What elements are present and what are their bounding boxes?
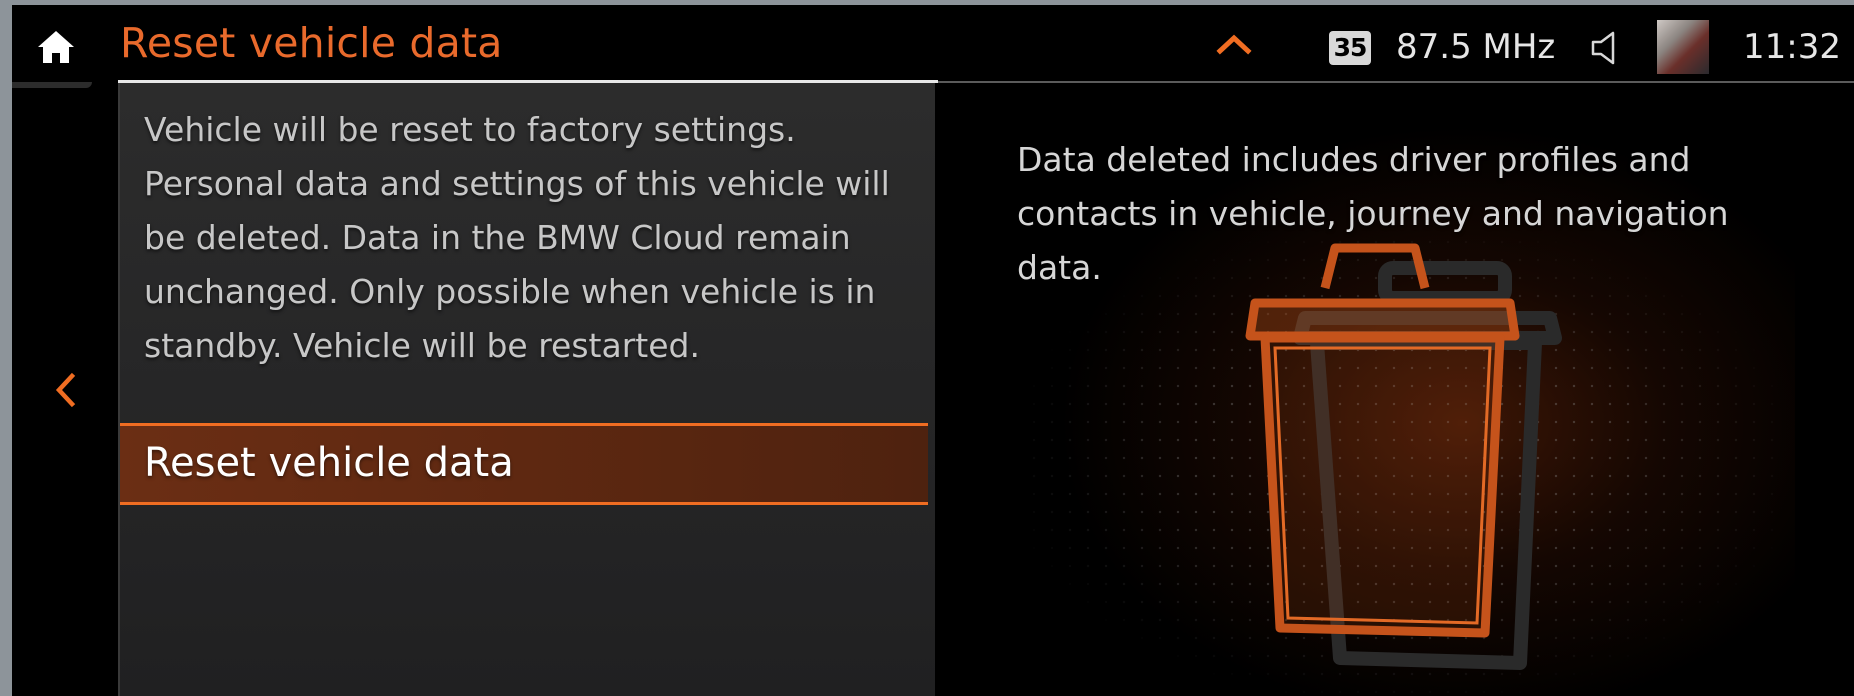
menu-panel: Vehicle will be reset to factory setting… bbox=[118, 83, 937, 696]
radio-preset-badge: 35 bbox=[1329, 31, 1371, 65]
status-bar: Reset vehicle data 35 87.5 MHz 11:32 bbox=[12, 5, 1854, 83]
expand-status-button[interactable] bbox=[1215, 33, 1253, 55]
chevron-up-icon bbox=[1216, 34, 1252, 55]
clock: 11:32 bbox=[1743, 27, 1841, 67]
speaker-icon bbox=[1591, 31, 1615, 65]
back-button[interactable] bbox=[50, 370, 80, 410]
info-panel: Data deleted includes driver profiles an… bbox=[935, 83, 1854, 696]
idrive-screen: Reset vehicle data 35 87.5 MHz 11:32 Veh… bbox=[0, 0, 1854, 696]
screen-bezel-left bbox=[0, 0, 12, 696]
home-icon bbox=[38, 31, 74, 63]
driver-profile-avatar[interactable] bbox=[1657, 20, 1709, 74]
reset-description: Vehicle will be reset to factory setting… bbox=[144, 110, 890, 365]
header-divider-left bbox=[12, 82, 92, 88]
home-button[interactable] bbox=[34, 25, 78, 69]
page-title: Reset vehicle data bbox=[120, 19, 503, 67]
reset-vehicle-data-label: Reset vehicle data bbox=[144, 440, 514, 486]
chevron-left-icon bbox=[55, 372, 76, 408]
volume-button[interactable] bbox=[1587, 29, 1627, 67]
deleted-data-info: Data deleted includes driver profiles an… bbox=[1017, 140, 1729, 287]
reset-vehicle-data-button[interactable]: Reset vehicle data bbox=[120, 423, 928, 505]
radio-frequency[interactable]: 87.5 MHz bbox=[1396, 27, 1555, 67]
